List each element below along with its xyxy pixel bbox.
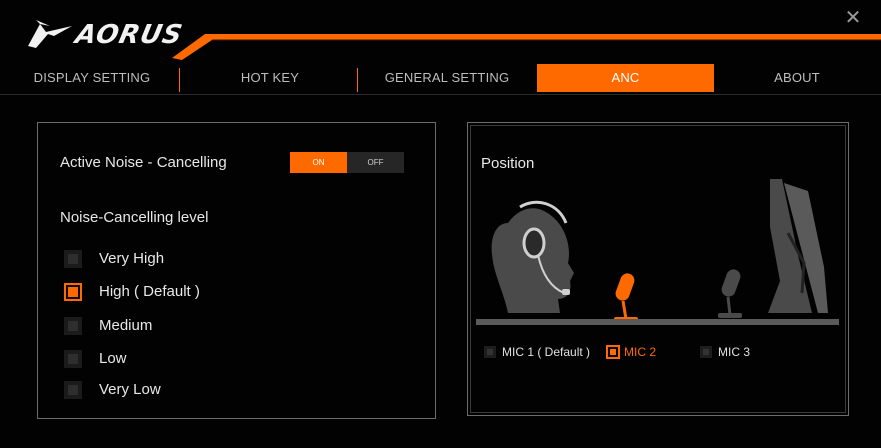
user-head-icon [491,200,574,313]
mic-checkbox[interactable] [484,346,496,358]
tab-label: GENERAL SETTING [384,70,510,85]
aorus-eagle-icon [28,20,72,48]
monitor-icon [768,179,828,313]
close-button[interactable]: ✕ [843,8,863,28]
close-icon: ✕ [844,7,862,29]
anc-label: Active Noise - Cancelling [60,154,227,171]
anc-settings-panel: Active Noise - Cancelling ON OFF Noise-C… [37,122,436,419]
anc-toggle-on[interactable]: ON [290,152,347,173]
anc-toggle-off[interactable]: OFF [347,152,404,173]
level-checkbox[interactable] [64,283,82,301]
aorus-window: AORUS ✕ DISPLAY SETTING HOT KEY GENERAL … [0,0,881,448]
tab-underline [0,94,881,95]
level-checkbox[interactable] [64,317,82,335]
level-label: High ( Default ) [99,283,200,300]
tab-anc[interactable]: ANC [537,64,714,92]
desk-surface [476,319,839,325]
mic-2-icon [614,273,638,321]
tab-separator [179,68,180,92]
tab-about[interactable]: ABOUT [730,64,864,92]
level-label: Medium [99,317,153,334]
level-checkbox[interactable] [64,381,82,399]
position-panel: Position MIC 1 (Default) MIC 2 MIC 3 [467,122,849,416]
noise-level-title: Noise-Cancelling level [60,209,209,226]
level-checkbox[interactable] [64,350,82,368]
mic-checkbox[interactable] [606,345,620,359]
tab-bar: DISPLAY SETTING HOT KEY GENERAL SETTING … [0,64,881,94]
mic-label: MIC 1 ( Default ) [502,345,591,359]
tab-display-setting[interactable]: DISPLAY SETTING [22,64,162,92]
aorus-logo: AORUS [26,18,185,52]
brand-name: AORUS [72,20,186,50]
level-label: Very High [99,250,165,267]
tab-separator [357,68,358,92]
tab-label: ANC [611,70,640,85]
anc-toggle[interactable]: ON OFF [290,152,404,173]
level-label: Very Low [99,381,161,398]
tab-label: ABOUT [774,70,820,85]
mic-checkbox[interactable] [700,346,712,358]
level-checkbox[interactable] [64,250,82,268]
mic-label: MIC 3 [718,345,751,359]
mic-label: MIC 2 [624,345,657,359]
tab-label: HOT KEY [240,70,300,85]
position-illustration [476,179,839,325]
tab-label: DISPLAY SETTING [33,70,151,85]
tab-general-setting[interactable]: GENERAL SETTING [376,64,518,92]
level-label: Low [99,350,127,367]
mic-3-icon [718,269,742,318]
tab-hot-key[interactable]: HOT KEY [200,64,340,92]
